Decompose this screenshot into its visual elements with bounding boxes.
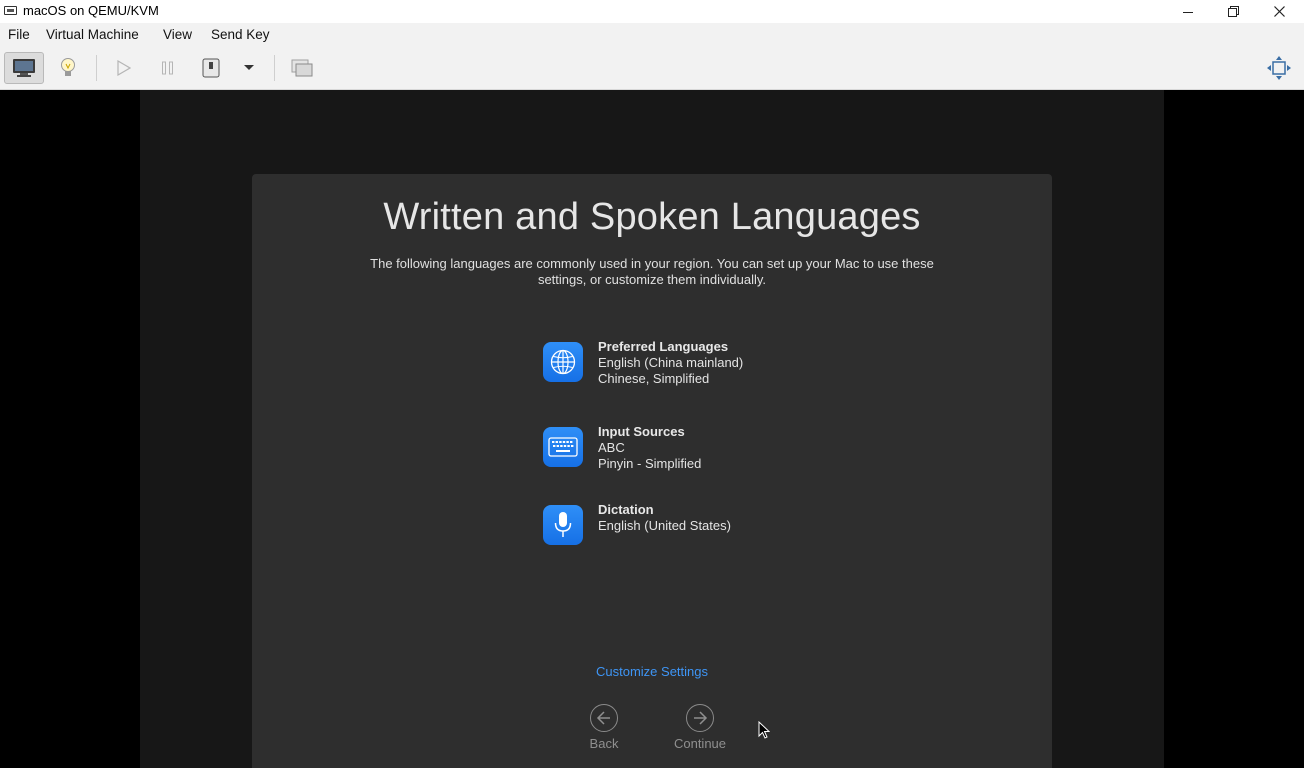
mouse-pointer-icon [758,721,770,739]
section-value: English (United States) [598,518,731,533]
shutdown-icon [202,58,220,78]
section-value: Chinese, Simplified [598,371,710,386]
dropdown-arrow-icon [244,65,254,70]
continue-button[interactable]: Continue [660,704,740,751]
keyboard-icon [543,427,583,467]
fullscreen-button[interactable] [1259,52,1299,84]
section-heading: Preferred Languages [598,339,729,354]
setup-panel: Written and Spoken Languages The followi… [252,174,1052,768]
section-heading: Dictation [598,502,654,517]
section-value: English (China mainland) [598,355,744,370]
customize-settings-link[interactable]: Customize Settings [252,664,1052,679]
details-lightbulb-icon [61,58,75,76]
back-label: Back [589,736,619,751]
section-value: Pinyin - Simplified [598,456,702,471]
globe-icon [543,342,583,382]
back-button[interactable]: Back [564,704,644,751]
menu-view[interactable]: View [163,27,192,42]
console-icon [13,59,35,77]
pause-button[interactable] [148,52,188,84]
close-button[interactable] [1256,0,1302,23]
back-arrow-icon [590,704,618,732]
menu-file[interactable]: File [8,27,30,42]
pause-icon [162,61,173,75]
shutdown-button[interactable] [191,52,231,84]
section-heading: Input Sources [598,424,685,439]
run-button[interactable] [104,52,144,84]
menubar: File Virtual Machine View Send Key [0,23,1304,47]
close-icon [1273,6,1285,17]
page-description: The following languages are commonly use… [370,256,934,287]
snapshots-icon [291,59,313,77]
window-titlebar: macOS on QEMU/KVM [0,0,1304,23]
continue-label: Continue [673,736,727,751]
app-icon [4,6,17,15]
toolbar-separator [274,55,275,81]
minimize-icon [1183,11,1193,13]
snapshots-button[interactable] [282,52,322,84]
microphone-icon [543,505,583,545]
fullscreen-icon [1267,56,1291,80]
continue-arrow-icon [686,704,714,732]
window-title: macOS on QEMU/KVM [23,3,159,18]
details-button[interactable] [48,52,88,84]
toolbar [0,47,1304,90]
toolbar-separator [96,55,97,81]
shutdown-menu-button[interactable] [229,52,269,84]
console-button[interactable] [4,52,44,84]
menu-virtual-machine[interactable]: Virtual Machine [46,27,139,42]
page-title: Written and Spoken Languages [383,196,921,238]
run-icon [117,60,131,76]
minimize-button[interactable] [1165,0,1211,23]
section-value: ABC [598,440,625,455]
restore-button[interactable] [1210,0,1256,23]
restore-icon [1227,6,1239,17]
menu-send-key[interactable]: Send Key [211,27,270,42]
